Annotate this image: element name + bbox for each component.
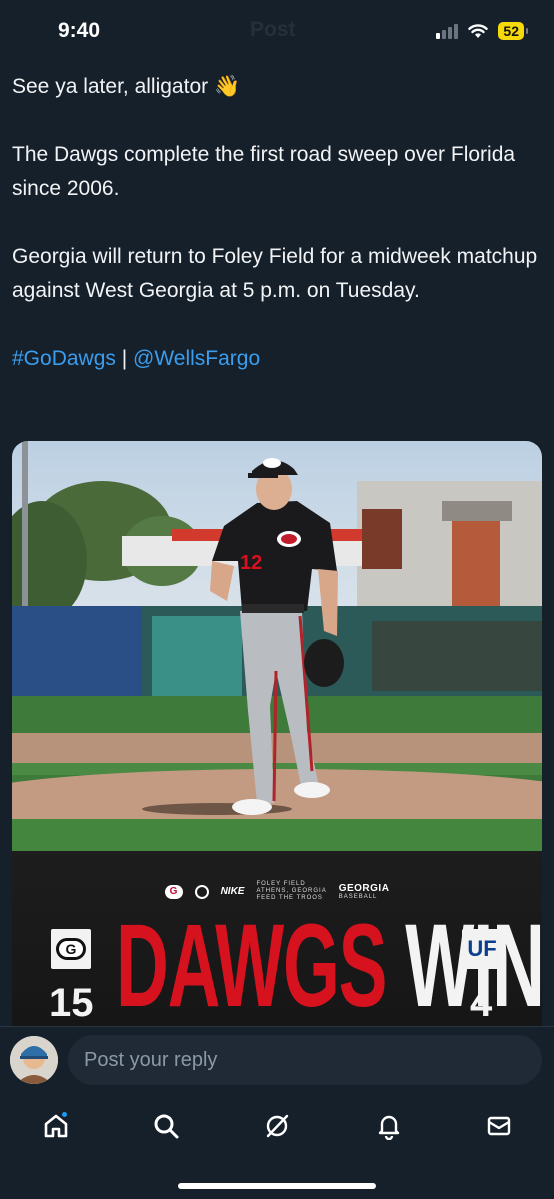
post-media[interactable]: 12 G NIKE FOLEY FIELD ATHENS, GEORGIA FE… bbox=[12, 441, 542, 1026]
svg-text:12: 12 bbox=[240, 552, 262, 574]
reply-input[interactable] bbox=[68, 1035, 542, 1085]
post-line-3: Georgia will return to Foley Field for a… bbox=[12, 245, 538, 302]
post-text: See ya later, alligator 👋 The Dawgs comp… bbox=[12, 70, 542, 410]
georgia-mini-logo: G bbox=[164, 884, 183, 899]
bell-icon bbox=[378, 1115, 400, 1140]
avatar-image bbox=[10, 1036, 58, 1084]
post-tags: #GoDawgs | @WellsFargo bbox=[12, 342, 542, 376]
status-icons: 52 bbox=[436, 22, 528, 40]
grok-icon bbox=[266, 1114, 289, 1138]
sec-logo bbox=[194, 884, 209, 899]
home-indicator bbox=[178, 1183, 376, 1189]
battery-indicator: 52 bbox=[498, 22, 528, 40]
nike-logo: NIKE bbox=[220, 886, 245, 897]
baseball-photo: 12 bbox=[12, 441, 542, 851]
home-notification-dot bbox=[60, 1110, 69, 1119]
tab-notifications[interactable] bbox=[364, 1104, 414, 1148]
home-score: 15 bbox=[49, 981, 94, 1025]
tab-messages[interactable] bbox=[474, 1104, 524, 1148]
foley-field-logo: FOLEY FIELD ATHENS, GEORGIA FEED THE TRO… bbox=[256, 881, 327, 901]
reply-bar bbox=[0, 1026, 554, 1092]
status-time: 9:40 bbox=[58, 19, 101, 42]
tab-search[interactable] bbox=[141, 1104, 191, 1148]
post-line-1: See ya later, alligator 👋 bbox=[12, 75, 241, 98]
away-score: 4 bbox=[470, 981, 493, 1025]
sponsor-row: G NIKE FOLEY FIELD ATHENS, GEORGIA FEED … bbox=[12, 881, 542, 902]
tab-grok[interactable] bbox=[252, 1104, 302, 1148]
headline-dawgs: DAWGS bbox=[116, 900, 387, 1026]
mention-link[interactable]: @WellsFargo bbox=[133, 347, 260, 370]
wifi-icon bbox=[468, 24, 489, 38]
tag-separator: | bbox=[115, 347, 134, 370]
georgia-team-logo: G bbox=[51, 929, 91, 969]
search-icon bbox=[154, 1114, 179, 1139]
florida-team-logo: UF bbox=[462, 929, 502, 969]
header-title: Post bbox=[250, 18, 296, 41]
post-line-2: The Dawgs complete the first road sweep … bbox=[12, 143, 516, 200]
result-graphic: G NIKE FOLEY FIELD ATHENS, GEORGIA FEED … bbox=[12, 851, 542, 1026]
cellular-signal-icon bbox=[436, 23, 459, 39]
georgia-baseball-logo: GEORGIA BASEBALL bbox=[338, 882, 390, 900]
hashtag-link[interactable]: #GoDawgs bbox=[12, 347, 116, 370]
avatar[interactable] bbox=[10, 1036, 58, 1084]
mail-icon bbox=[487, 1116, 511, 1136]
tab-home[interactable] bbox=[31, 1104, 81, 1148]
